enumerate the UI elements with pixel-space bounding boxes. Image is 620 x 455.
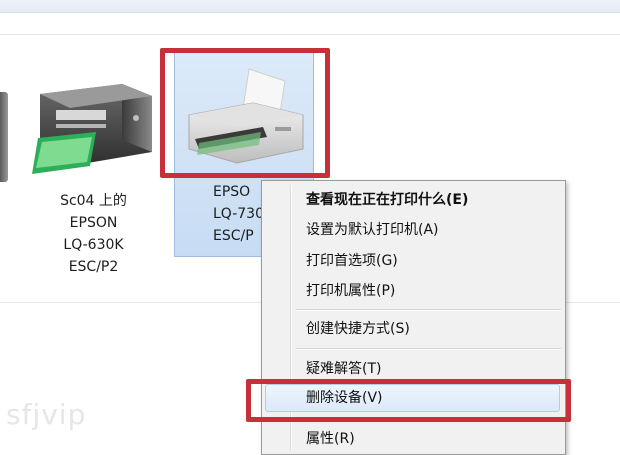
partial-device-icon[interactable]: [0, 92, 8, 182]
menu-item-see-whats-printing[interactable]: 查看现在正在打印什么(E): [306, 190, 468, 210]
device-label-line: Sc04 上的: [60, 193, 127, 209]
device-tile-sc04-epson[interactable]: Sc04 上的 EPSON LQ-630K ESC/P2: [26, 66, 161, 278]
remove-device-highlight-annotation: [246, 379, 571, 422]
device-label-line: EPSON: [69, 215, 118, 231]
printer-icon: [32, 84, 152, 174]
menu-separator: [296, 348, 561, 350]
menu-item-troubleshoot[interactable]: 疑难解答(T): [306, 359, 381, 379]
menu-item-create-shortcut[interactable]: 创建快捷方式(S): [306, 319, 410, 339]
device-label-line: ESC/P2: [68, 259, 119, 275]
window-top-bar: [0, 0, 620, 13]
top-divider: [0, 34, 620, 35]
watermark-text: sfjvip: [6, 398, 87, 431]
menu-item-properties[interactable]: 属性(R): [306, 429, 355, 449]
menu-item-set-default-printer[interactable]: 设置为默认打印机(A): [306, 220, 439, 240]
menu-separator: [296, 309, 561, 311]
device-highlight-annotation: [160, 48, 330, 178]
device-label-line: LQ-630K: [63, 237, 124, 253]
menu-item-printing-preferences[interactable]: 打印首选项(G): [306, 251, 398, 271]
menu-item-printer-properties[interactable]: 打印机属性(P): [306, 281, 395, 301]
